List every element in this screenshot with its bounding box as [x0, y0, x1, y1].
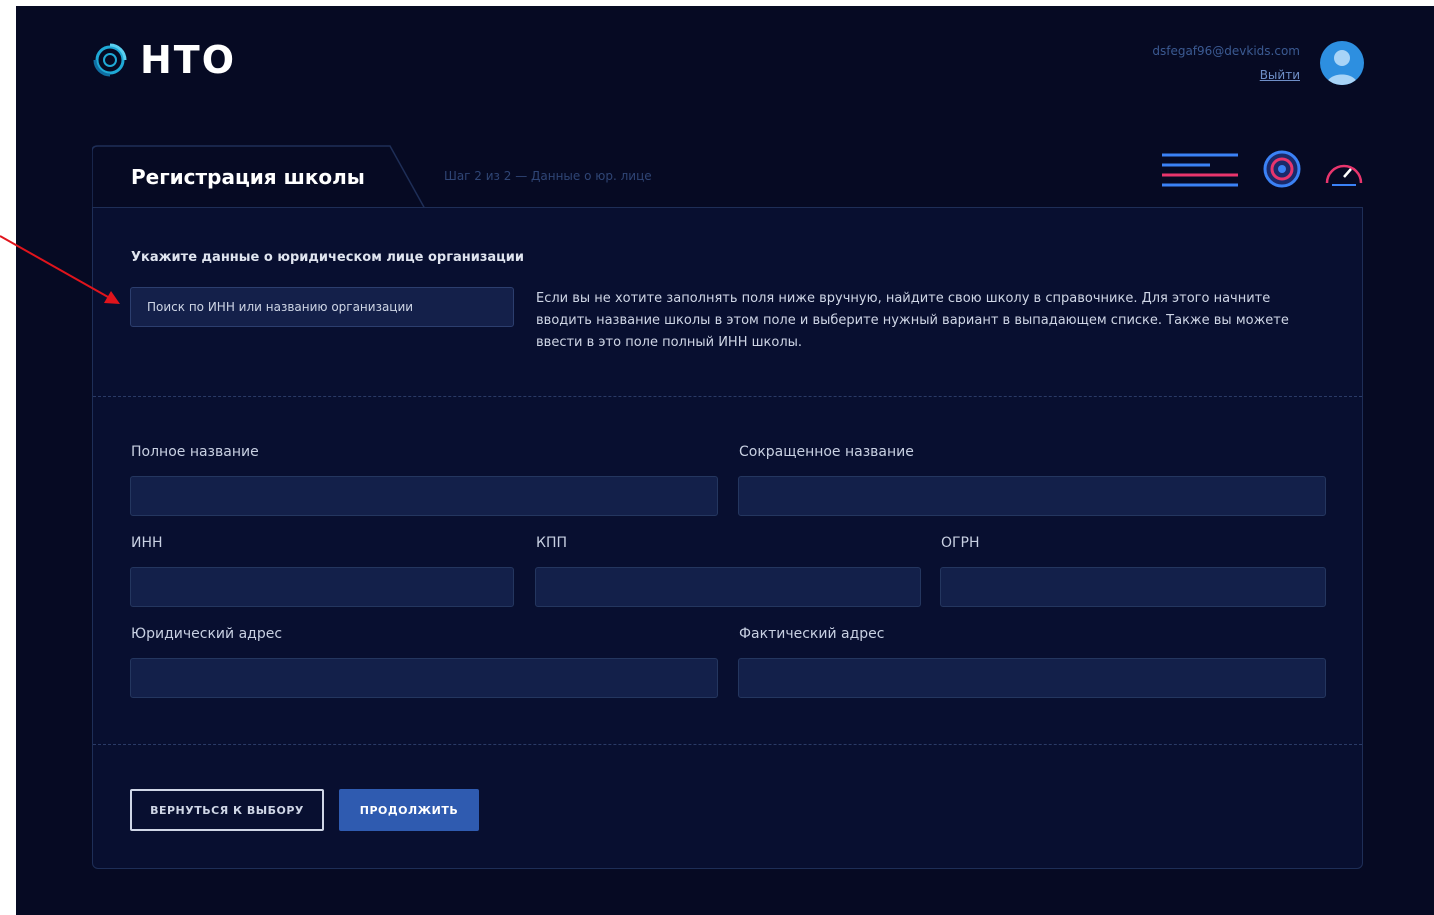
- app-window: НТО dsfegaf96@devkids.com Выйти Регистра…: [16, 6, 1434, 915]
- legal-address-label: Юридический адрес: [131, 626, 283, 642]
- step-indicator: Шаг 2 из 2 — Данные о юр. лице: [444, 169, 652, 183]
- user-email: dsfegaf96@devkids.com: [1152, 44, 1300, 58]
- continue-button[interactable]: ПРОДОЛЖИТЬ: [339, 789, 479, 831]
- legal-entity-title: Укажите данные о юридическом лице органи…: [131, 250, 525, 265]
- inn-label: ИНН: [131, 535, 163, 551]
- short-name-label: Сокращенное название: [739, 444, 914, 460]
- header-icons: [1160, 149, 1364, 189]
- gauge-icon[interactable]: [1324, 149, 1364, 189]
- actual-address-field[interactable]: [738, 658, 1326, 698]
- ogrn-label: ОГРН: [941, 535, 980, 551]
- search-hint: Если вы не хотите заполнять поля ниже вр…: [536, 291, 1289, 350]
- organization-search-input[interactable]: [130, 287, 514, 327]
- back-to-selection-button[interactable]: ВЕРНУТЬСЯ К ВЫБОРУ: [130, 789, 324, 831]
- kpp-label: КПП: [536, 535, 567, 551]
- ogrn-field[interactable]: [940, 567, 1326, 607]
- logout-link[interactable]: Выйти: [1260, 68, 1300, 82]
- target-icon[interactable]: [1262, 149, 1302, 189]
- divider-top: [93, 396, 1362, 397]
- logo-icon: [93, 43, 127, 77]
- menu-lines-icon[interactable]: [1160, 149, 1240, 189]
- full-name-label: Полное название: [131, 444, 259, 460]
- kpp-field[interactable]: [535, 567, 921, 607]
- actual-address-label: Фактический адрес: [739, 626, 885, 642]
- full-name-field[interactable]: [130, 476, 718, 516]
- avatar[interactable]: [1320, 41, 1364, 85]
- brand-name: НТО: [140, 38, 237, 82]
- divider-bottom: [93, 744, 1362, 745]
- avatar-icon: [1326, 50, 1358, 85]
- legal-address-field[interactable]: [130, 658, 718, 698]
- brand-logo[interactable]: НТО: [90, 40, 236, 80]
- tab-registration[interactable]: Регистрация школы: [131, 165, 365, 189]
- user-block: dsfegaf96@devkids.com Выйти: [1152, 44, 1300, 83]
- short-name-field[interactable]: [738, 476, 1326, 516]
- inn-field[interactable]: [130, 567, 514, 607]
